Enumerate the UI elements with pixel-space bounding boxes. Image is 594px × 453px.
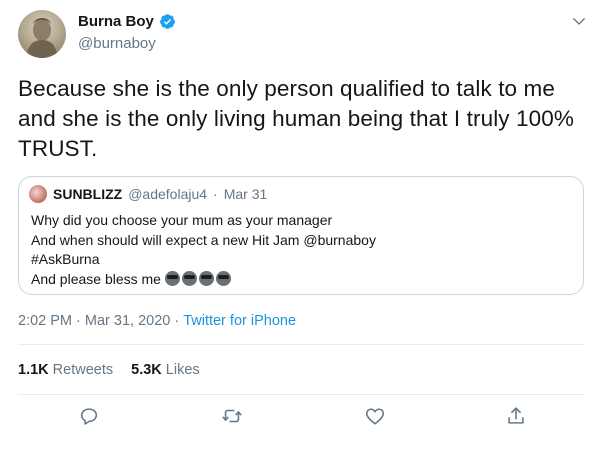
man-in-hat-emoji-icon [181,270,197,286]
tweet-text-line: TRUST. [18,136,98,161]
retweets-label: Retweets [52,362,114,378]
man-in-hat-emoji-icon [164,270,180,286]
quoted-text-line-with-emoji: And please bless me [31,270,571,290]
quoted-tweet-header: SUNBLIZZ @adefolaju4 · Mar 31 [29,185,267,203]
quoted-text-line: And please bless me [31,270,161,287]
quoted-text-line: Why did you choose your mum as your mana… [31,212,333,228]
man-in-hat-emoji-icon [215,270,231,286]
quoted-separator: · [213,186,218,202]
retweets-stat[interactable]: 1.1K Retweets [18,362,113,378]
divider [18,344,584,345]
tweet-stats: 1.1K Retweets 5.3K Likes [18,362,200,378]
quoted-tweet[interactable]: SUNBLIZZ @adefolaju4 · Mar 31 Why did yo… [18,176,584,295]
author-display-name[interactable]: Burna Boy [78,13,154,30]
tweet-text-line: and she is the only living human being t… [18,106,574,131]
tweet-card: Burna Boy @burnaboy Because she is the o… [0,0,594,453]
tweet-source-link[interactable]: Twitter for iPhone [183,313,296,329]
quoted-avatar [29,185,47,203]
reply-icon[interactable] [78,405,100,427]
author-handle[interactable]: @burnaboy [78,35,156,52]
verified-badge-icon [159,13,176,30]
quoted-text-line: And when should will expect a new Hit Ja… [31,231,376,248]
divider [18,394,584,395]
quoted-handle: @adefolaju4 [128,186,208,202]
retweets-count: 1.1K [18,362,49,378]
quoted-tweet-text: Why did you choose your mum as your mana… [31,211,571,289]
tweet-timestamp[interactable]: 2:02 PM · Mar 31, 2020 · [18,313,179,329]
tweet-text-line: Because she is the only person qualified… [18,76,555,101]
avatar[interactable] [18,10,66,58]
likes-count: 5.3K [131,362,162,378]
quoted-date: Mar 31 [223,186,268,202]
tweet-text: Because she is the only person qualified… [18,74,583,164]
man-in-hat-emoji-icon [198,270,214,286]
like-icon[interactable] [364,405,386,427]
tweet-meta: 2:02 PM · Mar 31, 2020 · Twitter for iPh… [18,313,296,329]
tweet-actions [0,405,594,429]
likes-stat[interactable]: 5.3K Likes [131,362,200,378]
retweet-icon[interactable] [221,405,243,427]
quoted-text-line: #AskBurna [31,251,100,267]
share-icon[interactable] [505,405,527,427]
author-name-row[interactable]: Burna Boy [78,13,176,30]
chevron-down-icon[interactable] [570,12,588,30]
quoted-display-name: SUNBLIZZ [53,186,123,202]
likes-label: Likes [165,362,200,378]
